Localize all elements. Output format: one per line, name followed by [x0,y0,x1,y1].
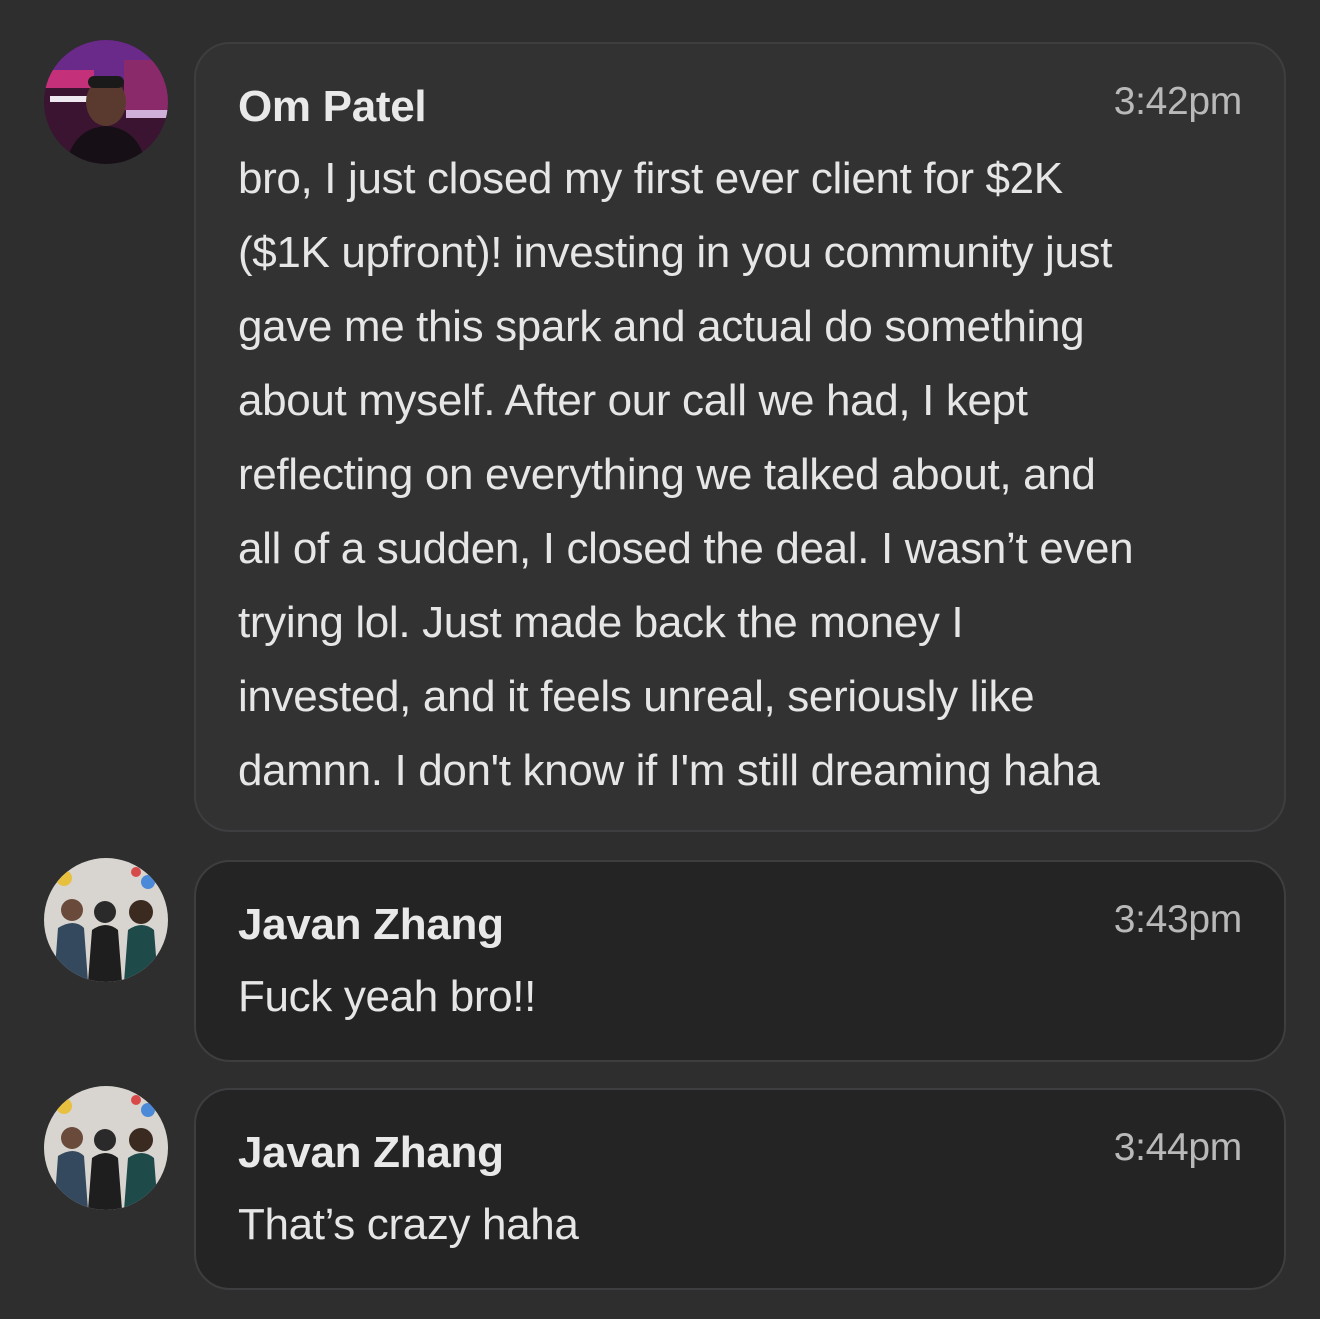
message-text: That’s crazy haha [238,1200,579,1249]
message-timestamp: 3:44pm [1113,1126,1243,1169]
message-text: bro, I just closed my first ever client … [238,154,1134,795]
message-bubble: Om Patel 3:42pm bro, I just closed my fi… [194,42,1286,832]
message-timestamp: 3:42pm [1113,80,1243,123]
message-author[interactable]: Om Patel [238,82,427,132]
message-author[interactable]: Javan Zhang [238,900,504,950]
chat-message: Javan Zhang 3:44pm That’s crazy haha [0,1078,1320,1298]
group-photo-icon [44,858,168,982]
group-photo-icon [44,1086,168,1210]
message-bubble: Javan Zhang 3:44pm That’s crazy haha [194,1088,1286,1290]
message-timestamp: 3:43pm [1113,898,1243,941]
avatar[interactable] [44,40,168,164]
message-text: Fuck yeah bro!! [238,972,537,1021]
user-photo-icon [44,40,168,164]
message-bubble: Javan Zhang 3:43pm Fuck yeah bro!! [194,860,1286,1062]
message-author[interactable]: Javan Zhang [238,1128,504,1178]
avatar[interactable] [44,1086,168,1210]
chat-message: Om Patel 3:42pm bro, I just closed my fi… [0,0,1320,840]
chat-message: Javan Zhang 3:43pm Fuck yeah bro!! [0,850,1320,1070]
avatar[interactable] [44,858,168,982]
